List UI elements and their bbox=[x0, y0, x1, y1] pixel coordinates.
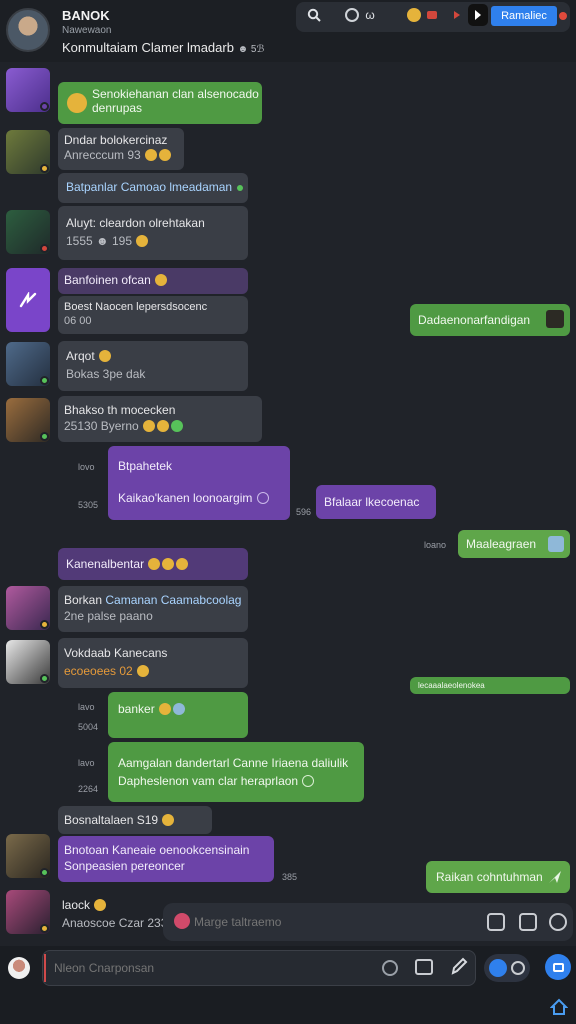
attach-icon[interactable] bbox=[487, 913, 505, 931]
emoji-button[interactable] bbox=[398, 4, 444, 26]
search-icon[interactable] bbox=[302, 4, 326, 26]
primary-action-button[interactable]: Ramaliec bbox=[491, 6, 557, 26]
timestamp: 596 bbox=[296, 507, 312, 517]
message-bubble[interactable]: Vokdaab Kanecans ecoeoees 02 bbox=[58, 638, 248, 688]
message-bubble[interactable]: Banfoinen ofcan bbox=[58, 268, 248, 294]
message-bubble[interactable]: Bosnaltalaen S19 bbox=[58, 806, 212, 834]
avatar[interactable] bbox=[6, 210, 50, 254]
home-icon[interactable] bbox=[550, 998, 568, 1016]
message-bubble[interactable]: Aluyt: cleardon olrehtakan 1555 ☻ 195 bbox=[58, 206, 248, 260]
message-input[interactable] bbox=[54, 956, 354, 980]
message-bubble[interactable]: Boest Naocen lepersdsocenc 06 00 bbox=[58, 296, 248, 334]
message-bubble-outgoing[interactable]: Maaleagraen bbox=[458, 530, 570, 558]
voice-toggle[interactable] bbox=[484, 954, 530, 982]
timestamp: 5004 bbox=[78, 722, 99, 732]
image-icon bbox=[548, 536, 564, 552]
input-accent bbox=[44, 954, 46, 982]
timestamp: 5305 bbox=[78, 500, 99, 510]
message-text: laock Anaoscoe Czar 233 bbox=[62, 898, 168, 930]
user-avatar[interactable] bbox=[8, 957, 30, 979]
chat-description: Konmultaiam Clamer lmadarb ☻ 5ℬ bbox=[62, 40, 265, 55]
message-bubble[interactable]: Kanenalbentar bbox=[58, 548, 248, 580]
message-bubble[interactable]: Btpahetek Kaikao'kanen loonoargim bbox=[108, 446, 290, 520]
message-bubble[interactable]: Bfalaar lkecoenac bbox=[316, 485, 436, 519]
timestamp: lavo bbox=[78, 758, 95, 768]
message-bubble[interactable]: Borkan Camanan Caamabcoolag 2ne palse pa… bbox=[58, 586, 248, 632]
avatar[interactable] bbox=[6, 890, 50, 934]
message-bubble[interactable]: Dndar bolokercinaz Anrecccum 93 bbox=[58, 128, 184, 170]
message-bubble-outgoing[interactable]: lecaaalaeolenokea bbox=[410, 677, 570, 694]
send-button[interactable] bbox=[545, 954, 571, 980]
avatar[interactable] bbox=[6, 586, 50, 630]
reactions-button[interactable]: ω bbox=[335, 4, 385, 26]
avatar[interactable] bbox=[6, 640, 50, 684]
message-bubble-outgoing[interactable]: Raikan cohntuhman bbox=[426, 861, 570, 893]
message-bubble[interactable]: banker bbox=[108, 692, 248, 738]
message-bubble[interactable]: Senokiehanan clan alsenocado denrupas bbox=[58, 82, 262, 124]
notification-dot bbox=[559, 12, 567, 20]
reply-input[interactable] bbox=[194, 910, 394, 934]
more-icon[interactable] bbox=[549, 913, 567, 931]
camera-icon[interactable] bbox=[415, 959, 433, 975]
contact-name: BANOK bbox=[62, 8, 110, 23]
timestamp: loano bbox=[424, 540, 447, 550]
emoji-picker-icon[interactable] bbox=[382, 960, 398, 976]
send-icon bbox=[549, 871, 561, 883]
message-bubble[interactable]: Bnotoan Kaneaie oenookcensinain Sonpeasi… bbox=[58, 836, 274, 882]
message-bubble[interactable]: Batpanlar Camoao lmeadaman bbox=[58, 173, 248, 203]
avatar bbox=[174, 913, 190, 929]
camera-icon[interactable] bbox=[519, 913, 537, 931]
avatar[interactable] bbox=[6, 342, 50, 386]
flag-icon[interactable] bbox=[450, 4, 464, 26]
app-icon[interactable] bbox=[468, 4, 488, 26]
timestamp: 2264 bbox=[78, 784, 99, 794]
message-bubble-outgoing[interactable]: Dadaenonarfandigan bbox=[410, 304, 570, 336]
emoji-icon bbox=[406, 8, 421, 22]
avatar[interactable] bbox=[6, 68, 50, 112]
avatar[interactable] bbox=[6, 398, 50, 442]
message-bubble[interactable]: Aamgalan dandertarl Canne Iriaena daliul… bbox=[108, 742, 364, 802]
thumbnail-icon bbox=[546, 310, 564, 328]
online-dot bbox=[237, 185, 244, 191]
message-bubble[interactable]: Bhakso th mocecken 25130 Byerno bbox=[58, 396, 262, 442]
contact-avatar[interactable] bbox=[6, 8, 50, 52]
contact-status: Nawewaon bbox=[62, 25, 112, 36]
avatar[interactable] bbox=[6, 834, 50, 878]
timestamp: lovo bbox=[78, 462, 95, 472]
message-bubble[interactable]: Arqot Bokas 3pe dak bbox=[58, 341, 248, 391]
emoji-icon bbox=[67, 93, 87, 113]
timestamp: lavo bbox=[78, 702, 95, 712]
record-icon bbox=[426, 11, 437, 19]
timestamp: 385 bbox=[282, 872, 298, 882]
pen-icon[interactable] bbox=[450, 956, 468, 976]
avatar[interactable] bbox=[6, 130, 50, 174]
avatar[interactable] bbox=[6, 268, 50, 332]
